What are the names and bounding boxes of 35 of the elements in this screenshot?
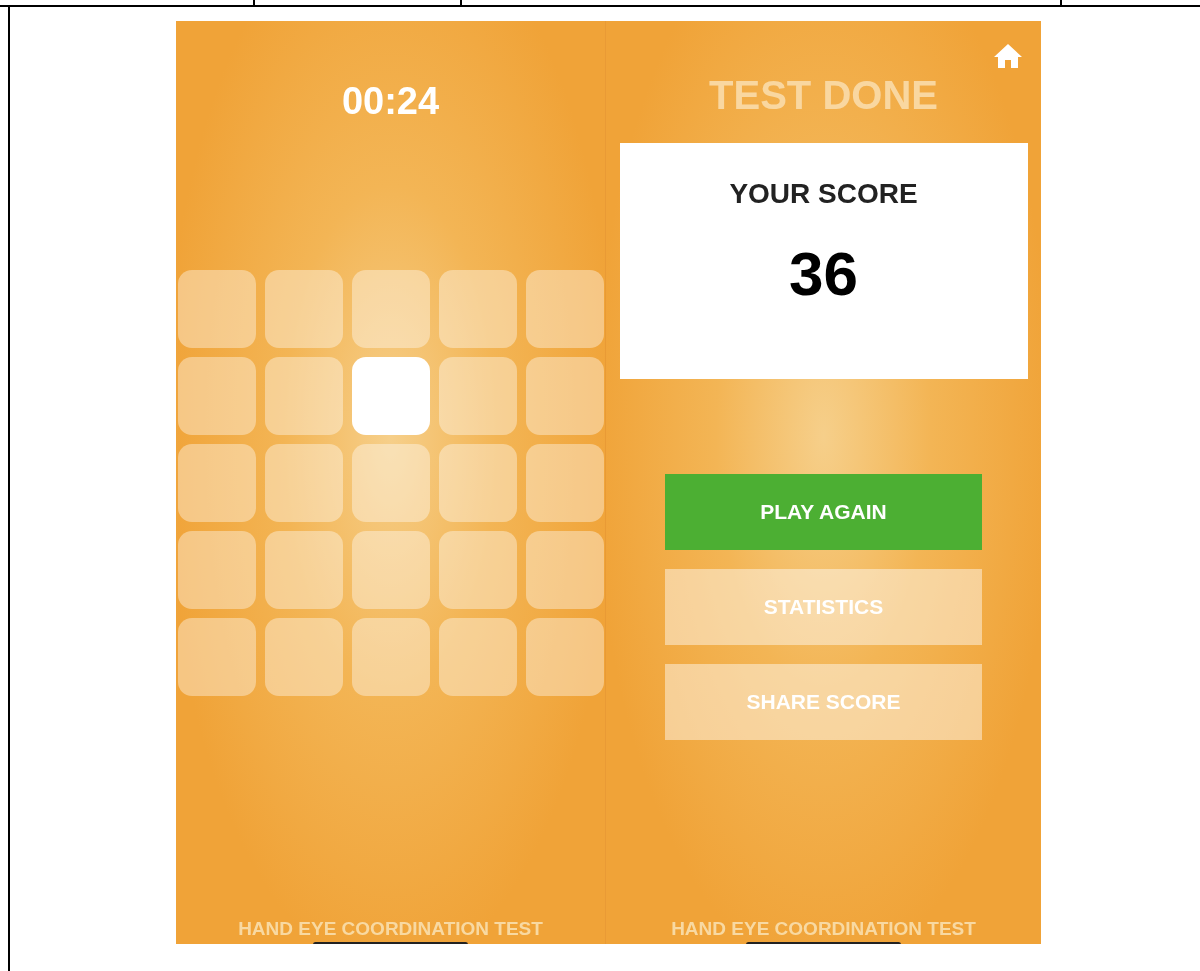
grid-tile[interactable] — [264, 357, 343, 435]
score-value: 36 — [789, 243, 858, 305]
grid-tile[interactable] — [264, 444, 343, 522]
menu-button[interactable]: SHARE SCORE — [665, 664, 982, 740]
menu-button[interactable]: STATISTICS — [665, 569, 982, 645]
grid-tile[interactable] — [438, 357, 517, 435]
footer-text: HAND EYE COORDINATION TEST — [238, 919, 543, 940]
grid-tile[interactable] — [351, 531, 430, 609]
grid-tile[interactable] — [177, 444, 256, 522]
footer-text: HAND EYE COORDINATION TEST — [671, 919, 976, 940]
grid-tile[interactable] — [438, 618, 517, 696]
grid-tile[interactable] — [264, 531, 343, 609]
grid-tile[interactable] — [438, 531, 517, 609]
timer-text: 00:24 — [341, 79, 440, 124]
grid-tile[interactable] — [351, 357, 430, 435]
grid-tile[interactable] — [177, 357, 256, 435]
grid-tile[interactable] — [525, 531, 604, 609]
grid-tile[interactable] — [525, 270, 604, 348]
grid-tile[interactable] — [438, 270, 517, 348]
grid-tile[interactable] — [351, 444, 430, 522]
grid-tile[interactable] — [177, 531, 256, 609]
menu-button[interactable]: PLAY AGAIN — [665, 474, 982, 550]
grid-tile[interactable] — [264, 270, 343, 348]
grid-tile[interactable] — [525, 618, 604, 696]
grid-tile[interactable] — [351, 618, 430, 696]
grid-tile[interactable] — [525, 444, 604, 522]
screen-title: TEST DONE — [709, 72, 938, 119]
grid-tile[interactable] — [264, 618, 343, 696]
grid-tile[interactable] — [438, 444, 517, 522]
grid-tile[interactable] — [351, 270, 430, 348]
grid-tile[interactable] — [177, 270, 256, 348]
home-icon[interactable] — [993, 43, 1023, 69]
grid-tile[interactable] — [177, 618, 256, 696]
grid-tile[interactable] — [525, 357, 604, 435]
score-label: YOUR SCORE — [729, 177, 918, 211]
